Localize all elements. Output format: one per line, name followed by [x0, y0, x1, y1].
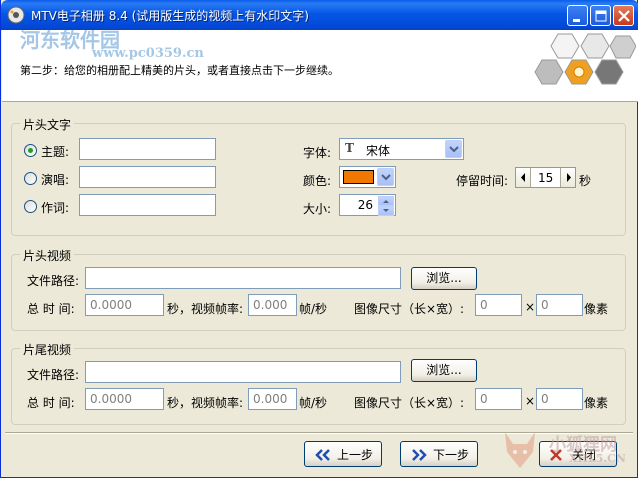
- chevron-down-icon[interactable]: [377, 168, 394, 186]
- double-chevron-right-icon: [412, 449, 427, 461]
- hexagon-logo: [534, 33, 636, 85]
- minimize-icon: [573, 19, 580, 22]
- next-step-label: 下一步: [433, 448, 470, 462]
- duration-value: 15: [538, 171, 554, 185]
- watermark-url: www.pc0359.cn: [92, 46, 204, 61]
- fps-unit: 帧/秒: [299, 396, 328, 410]
- opening-height: 0: [536, 294, 583, 316]
- close-window-button[interactable]: [613, 5, 634, 26]
- size-value: 26: [357, 198, 373, 212]
- maximize-button[interactable]: [590, 5, 611, 26]
- total-time-label: 总 时 间:: [27, 302, 75, 316]
- radio-title[interactable]: [24, 144, 37, 157]
- truetype-font-icon: T: [345, 141, 354, 155]
- duration-stepper[interactable]: 15: [515, 167, 576, 188]
- size-spin-buttons[interactable]: [378, 196, 394, 216]
- opening-video-group: 片头视频 文件路径: 浏览... 总 时 间: 0.0000 秒，视频帧率: 0…: [11, 247, 626, 331]
- close-icon: [618, 10, 630, 22]
- lyricist-input[interactable]: [79, 194, 216, 216]
- image-size-label: 图像尺寸（长×宽）:: [354, 302, 465, 316]
- opening-path-input[interactable]: [85, 267, 401, 289]
- times-sign: ×: [525, 300, 536, 314]
- opening-fps: 0.000: [248, 294, 297, 316]
- ending-total-time: 0.0000: [85, 388, 164, 410]
- ending-browse-button[interactable]: 浏览...: [411, 359, 477, 382]
- ending-width: 0: [475, 388, 522, 410]
- title-input[interactable]: [79, 138, 216, 160]
- color-label: 颜色:: [303, 174, 332, 188]
- spin-up-icon[interactable]: [378, 196, 394, 206]
- fps-unit: 帧/秒: [299, 302, 328, 316]
- times-sign: ×: [525, 394, 536, 408]
- ending-video-group: 片尾视频 文件路径: 浏览... 总 时 间: 0.0000 秒，视频帧率: 0…: [11, 341, 626, 425]
- ending-fps: 0.000: [248, 388, 297, 410]
- radio-selected-dot: [28, 148, 33, 153]
- size-label: 大小:: [303, 202, 332, 216]
- wizard-header: 河东软件园 www.pc0359.cn 第二步：给您的相册配上精美的片头，或者直…: [2, 28, 638, 102]
- pixel-unit: 像素: [584, 302, 609, 316]
- maximize-icon: [595, 10, 607, 22]
- watermark2-url: XHL5.CN: [569, 452, 626, 465]
- opening-width: 0: [475, 294, 522, 316]
- radio-title-label: 主题:: [41, 145, 70, 159]
- opening-browse-button[interactable]: 浏览...: [411, 267, 477, 290]
- fox-logo: [505, 432, 535, 468]
- opening-text-legend: 片头文字: [20, 116, 75, 133]
- radio-singer-label: 演唱:: [41, 173, 70, 187]
- fps-label: 秒，视频帧率:: [167, 396, 244, 410]
- radio-lyricist-label: 作词:: [41, 201, 70, 215]
- fps-label: 秒，视频帧率:: [167, 302, 244, 316]
- ending-video-legend: 片尾视频: [20, 341, 75, 358]
- chevron-down-icon[interactable]: [445, 140, 462, 158]
- next-step-button[interactable]: 下一步: [400, 441, 478, 467]
- total-time-label: 总 时 间:: [27, 396, 75, 410]
- path-label: 文件路径:: [27, 368, 80, 382]
- color-select[interactable]: [339, 166, 396, 188]
- ending-path-input[interactable]: [85, 361, 401, 383]
- step-instruction: 第二步：给您的相册配上精美的片头，或者直接点击下一步继续。: [20, 64, 339, 77]
- color-swatch: [343, 170, 374, 184]
- prev-step-label: 上一步: [337, 448, 374, 462]
- opening-text-group: 片头文字 主题: 演唱: 作词: 字体: T 宋体 颜色: 大小: 26 停留时…: [11, 116, 626, 236]
- font-label: 字体:: [303, 146, 332, 160]
- ending-height: 0: [536, 388, 583, 410]
- opening-total-time: 0.0000: [85, 294, 164, 316]
- opening-video-legend: 片头视频: [20, 247, 75, 264]
- app-window: MTV电子相册 8.4 (试用版生成的视频上有水印文字) 河东软件园 www.p…: [0, 0, 638, 478]
- radio-lyricist[interactable]: [24, 200, 37, 213]
- singer-input[interactable]: [79, 166, 216, 188]
- window-title: MTV电子相册 8.4 (试用版生成的视频上有水印文字): [31, 9, 309, 23]
- minimize-button[interactable]: [567, 5, 588, 26]
- font-select[interactable]: T 宋体: [339, 138, 464, 160]
- duration-unit: 秒: [579, 174, 592, 188]
- image-size-label: 图像尺寸（长×宽）:: [354, 396, 465, 410]
- font-value: 宋体: [366, 144, 391, 158]
- path-label: 文件路径:: [27, 274, 80, 288]
- spin-down-icon[interactable]: [378, 206, 394, 216]
- duration-label: 停留时间:: [456, 174, 509, 188]
- chevron-left-icon[interactable]: [516, 168, 531, 187]
- chevron-right-icon[interactable]: [560, 168, 575, 187]
- pixel-unit: 像素: [584, 396, 609, 410]
- double-chevron-left-icon: [315, 449, 330, 461]
- app-icon: [7, 6, 25, 24]
- prev-step-button[interactable]: 上一步: [304, 441, 382, 467]
- size-spinner[interactable]: 26: [339, 194, 396, 216]
- radio-singer[interactable]: [24, 172, 37, 185]
